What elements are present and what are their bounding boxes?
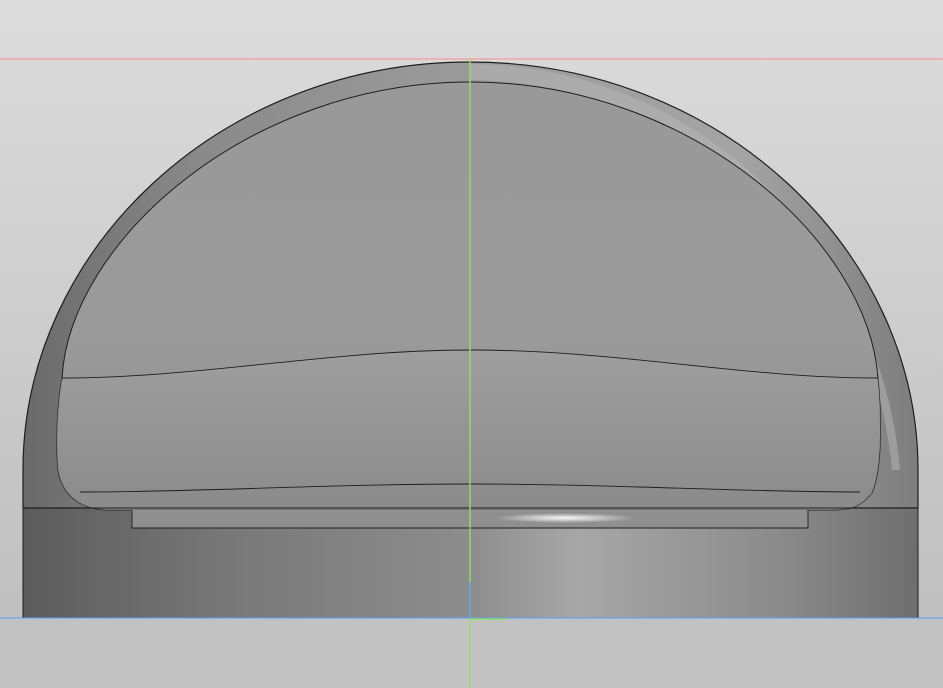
model-lower-face [56, 350, 881, 510]
model-specular-highlight [495, 513, 635, 523]
cad-3d-viewport[interactable] [0, 0, 943, 688]
viewport-canvas[interactable] [0, 0, 943, 688]
ground-region [0, 618, 943, 688]
